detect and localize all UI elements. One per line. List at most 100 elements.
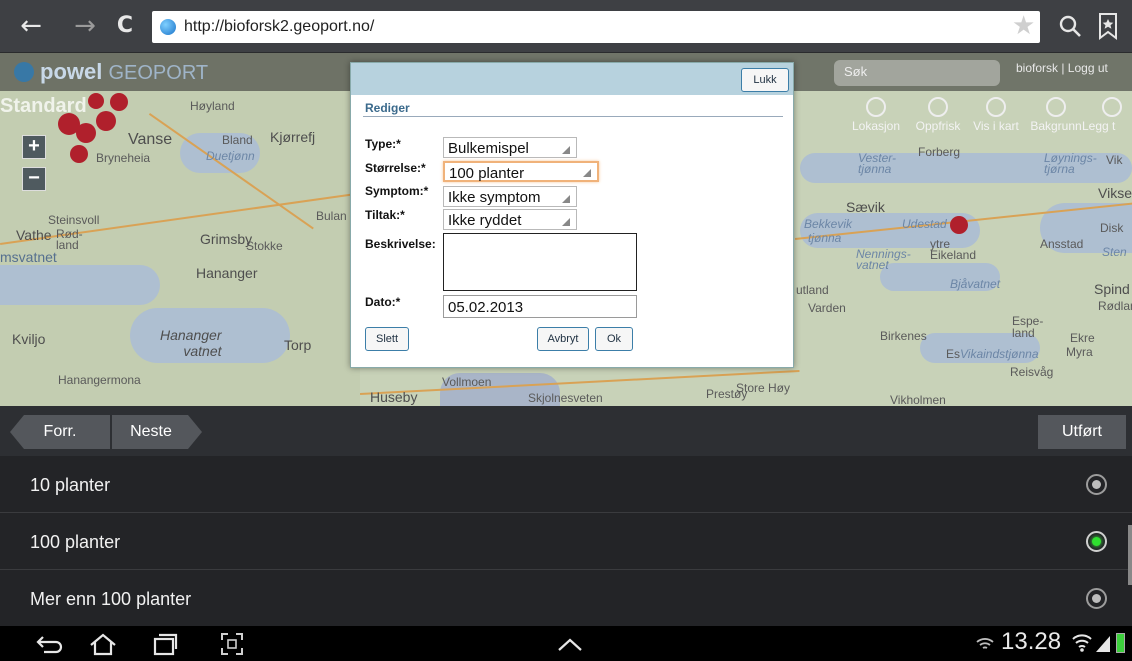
map-label: Bulan (316, 209, 347, 223)
browser-toolbar: ← → C http://bioforsk2.geoport.no/ ★ (0, 0, 1132, 53)
map-label: Høyland (190, 99, 235, 113)
map-label: Vikaindstjønna (960, 347, 1039, 361)
map-label: Vester- tjønna (858, 151, 897, 176)
user-links[interactable]: bioforsk | Logg ut (1016, 61, 1108, 75)
map-label: Sævik (846, 199, 885, 215)
dialog-title: Rediger (365, 101, 410, 115)
ok-button[interactable]: Ok (595, 327, 633, 351)
map-label: Stokke (246, 239, 283, 253)
map-label: Hanangermona (58, 373, 141, 387)
symptom-select[interactable]: Ikke symptom (443, 186, 577, 207)
map-marker[interactable] (88, 93, 104, 109)
map-label: Espe- land (1012, 314, 1044, 340)
back-icon[interactable] (34, 634, 64, 654)
toolbar-oppfrisk[interactable]: Oppfrisk (906, 97, 970, 133)
delete-button[interactable]: Slett (365, 327, 409, 351)
map-label: Disk (1100, 221, 1124, 235)
map-label: Huseby (370, 389, 418, 405)
map-label: Vollmoen (442, 375, 492, 389)
map-label: Nennings- vatnet (856, 247, 911, 272)
map-label: Bland (222, 133, 253, 147)
map-label: Duetjønn (206, 149, 255, 163)
bookmark-icon[interactable] (1098, 12, 1118, 40)
map-label: ytre Eikeland (930, 237, 977, 262)
type-value: Bulkemispel (448, 140, 529, 157)
map-marker[interactable] (950, 216, 968, 234)
map-label: Hananger (196, 265, 258, 281)
next-button[interactable]: Neste (112, 415, 202, 449)
home-icon[interactable] (88, 632, 118, 656)
reload-icon[interactable]: C (110, 9, 140, 43)
back-arrow-icon[interactable]: ← (16, 9, 46, 43)
forward-arrow-icon[interactable]: → (70, 9, 100, 43)
radio-button[interactable] (1086, 588, 1107, 609)
map-search-input[interactable]: Søk (834, 60, 1000, 86)
star-icon[interactable]: ★ (1012, 9, 1035, 43)
cancel-button[interactable]: Avbryt (537, 327, 589, 351)
toolbar-vis-i-kart[interactable]: Vis i kart (964, 97, 1028, 133)
globe-icon (160, 19, 176, 35)
done-button[interactable]: Utført (1038, 415, 1126, 449)
type-select[interactable]: Bulkemispel (443, 137, 577, 158)
toolbar-bakgrunn[interactable]: Bakgrunn (1024, 97, 1088, 133)
url-text[interactable]: http://bioforsk2.geoport.no/ (184, 18, 374, 36)
logo-icon (14, 62, 34, 82)
map-label: Es (946, 347, 961, 361)
map-marker[interactable] (110, 93, 128, 111)
wifi-signal-icon (976, 638, 994, 649)
map-label: Vikholmen (890, 393, 946, 406)
option-label: 10 planter (30, 475, 111, 495)
map-label: Vikse (1098, 185, 1132, 201)
action-select[interactable]: Ikke ryddet (443, 209, 577, 230)
map-search-placeholder: Søk (844, 64, 868, 79)
action-label: Tiltak:* (365, 208, 405, 222)
description-textarea[interactable] (443, 233, 637, 291)
symptom-label: Symptom:* (365, 184, 429, 198)
map-label: Udestad (902, 217, 947, 231)
map-label: Grimsby (200, 231, 253, 247)
map-label: Varden (808, 301, 846, 315)
map-label: msvatnet (0, 249, 57, 265)
map-marker[interactable] (76, 123, 96, 143)
option-list: 10 planter 100 planter Mer enn 100 plant… (0, 456, 1132, 626)
plus-icon (1102, 97, 1122, 117)
map-style-label[interactable]: Standard (0, 95, 87, 118)
logo: powel GEOPORT (40, 59, 208, 85)
screen: ← → C http://bioforsk2.geoport.no/ ★ Høy… (0, 0, 1132, 661)
map-label: Forberg (918, 145, 961, 159)
map-label: Vanse (128, 131, 173, 148)
radio-button-selected[interactable] (1086, 531, 1107, 552)
map-marker[interactable] (96, 111, 116, 131)
recent-apps-icon[interactable] (152, 632, 178, 656)
zoom-in-button[interactable]: + (22, 135, 46, 159)
dropdown-arrow-icon (562, 218, 570, 226)
option-label: Mer enn 100 planter (30, 589, 192, 609)
map-marker[interactable] (70, 145, 88, 163)
map-label: Skjolnesveten (528, 391, 603, 405)
map-label: Steinsvoll (48, 213, 100, 227)
previous-button[interactable]: Forr. (10, 415, 110, 449)
url-bar[interactable]: http://bioforsk2.geoport.no/ (152, 11, 1040, 43)
radio-button[interactable] (1086, 474, 1107, 495)
screenshot-icon[interactable] (220, 632, 244, 656)
option-100-planter[interactable]: 100 planter (0, 513, 1132, 570)
close-button[interactable]: Lukk (741, 68, 789, 92)
toolbar-legg-til[interactable]: Legg t (1082, 97, 1132, 133)
chevron-up-icon[interactable] (556, 636, 584, 652)
zoom-out-button[interactable]: − (22, 167, 46, 191)
wifi-icon (1072, 634, 1092, 652)
divider (363, 116, 783, 117)
option-mer-enn-100-planter[interactable]: Mer enn 100 planter (0, 570, 1132, 626)
toolbar-lokasjon[interactable]: Lokasjon (844, 97, 908, 133)
description-label: Beskrivelse: (365, 237, 436, 251)
type-label: Type:* (365, 137, 401, 151)
scroll-indicator (1128, 525, 1132, 585)
clock: 13.28 (1001, 628, 1062, 655)
size-select[interactable]: 100 planter (443, 161, 599, 182)
map-label: Myra (1066, 345, 1093, 359)
search-icon[interactable] (1058, 14, 1082, 38)
option-10-planter[interactable]: 10 planter (0, 456, 1132, 513)
system-navigation-bar: 13.28 (0, 626, 1132, 661)
date-input[interactable]: 05.02.2013 (443, 295, 637, 318)
map-label: Birkenes (880, 329, 927, 343)
